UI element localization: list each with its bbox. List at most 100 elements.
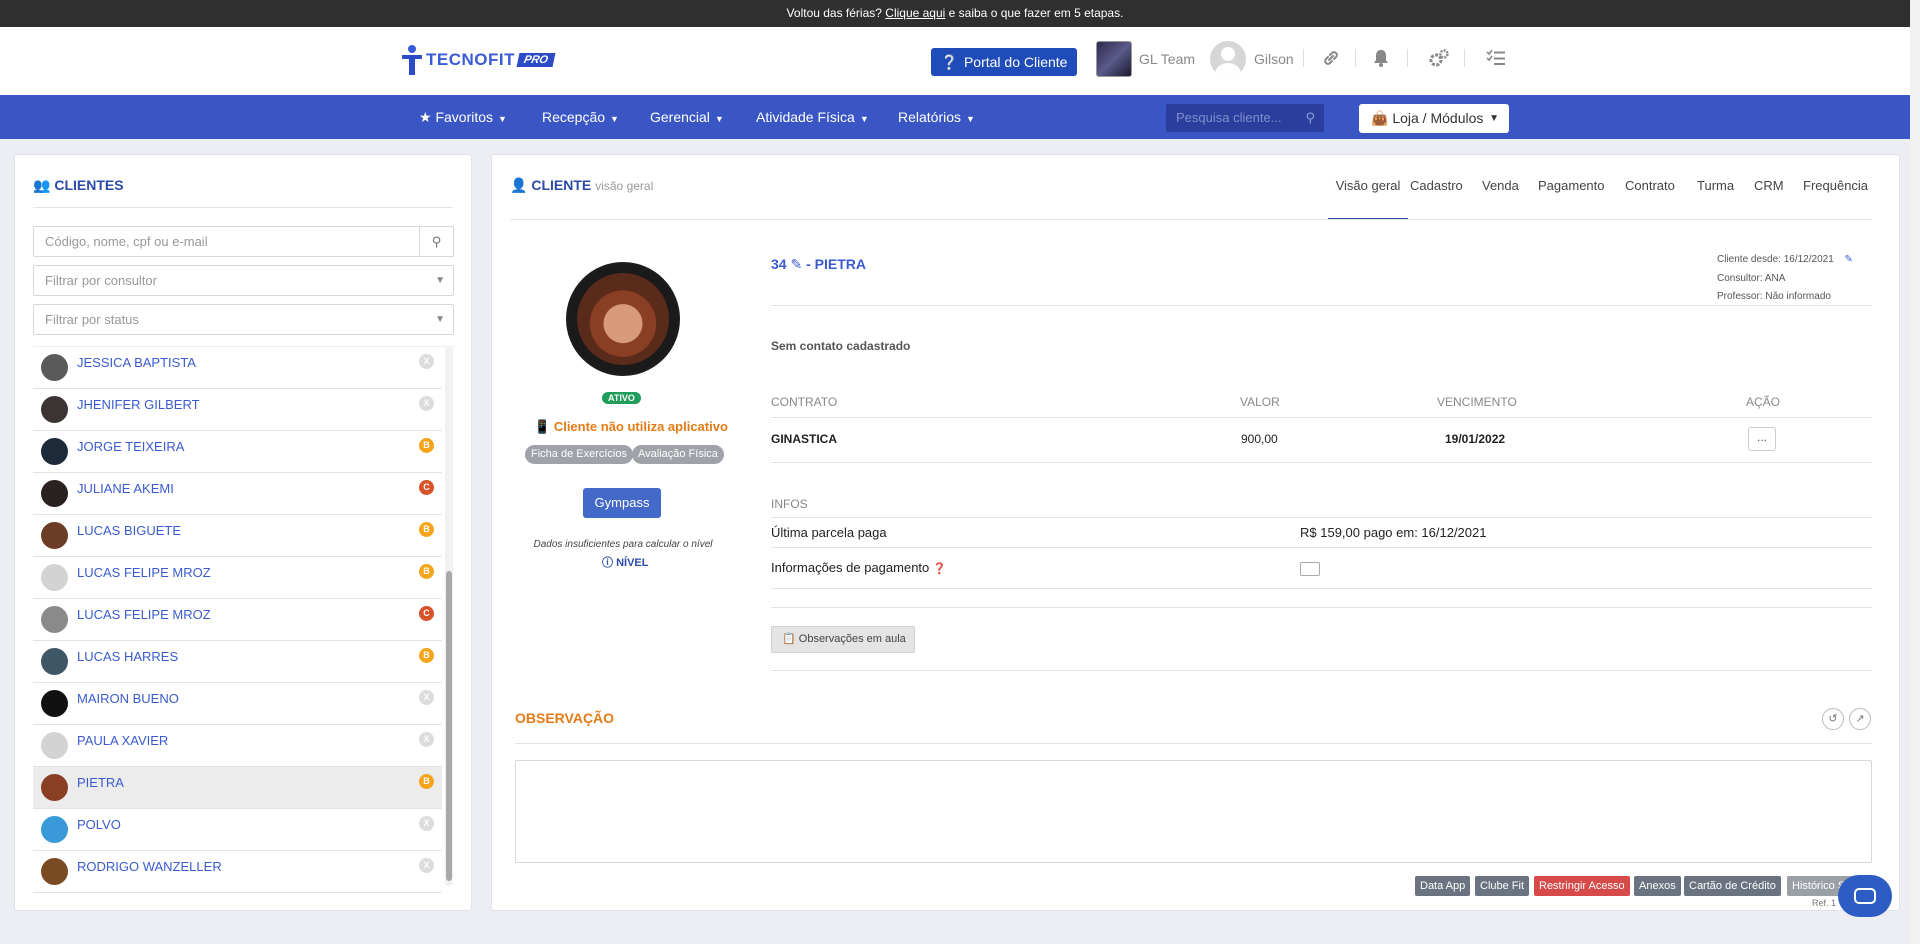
question-circle-icon: ❔ bbox=[940, 53, 958, 70]
client-row[interactable]: LUCAS BIGUETE B bbox=[33, 515, 442, 557]
client-consultant: Consultor: ANA bbox=[1717, 273, 1786, 284]
client-row[interactable]: PAULA XAVIER X bbox=[33, 725, 442, 767]
tab-venda[interactable]: Venda bbox=[1482, 178, 1519, 222]
tab-crm[interactable]: CRM bbox=[1754, 178, 1784, 222]
bell-icon[interactable] bbox=[1370, 47, 1392, 69]
mobile-icon: 📱 bbox=[534, 419, 551, 434]
nav-favoritos[interactable]: ★ Favoritos ▼ bbox=[419, 95, 507, 139]
client-row[interactable]: RODRIGO WANZELLER X bbox=[33, 851, 442, 893]
chevron-down-icon: ▼ bbox=[498, 114, 507, 124]
task-list-icon[interactable] bbox=[1485, 47, 1507, 69]
client-level-badge: B bbox=[419, 774, 434, 789]
client-level-badge: X bbox=[419, 732, 434, 747]
restrict-access-button[interactable]: Restringir Acesso bbox=[1534, 876, 1630, 896]
client-row[interactable]: JULIANE AKEMI C bbox=[33, 473, 442, 515]
star-icon: ★ bbox=[419, 109, 432, 125]
tab-frequencia[interactable]: Frequência bbox=[1803, 178, 1868, 222]
exercise-sheet-tag[interactable]: Ficha de Exercícios bbox=[525, 445, 633, 464]
client-avatar bbox=[41, 690, 68, 717]
store-modules-dropdown[interactable]: 👜 Loja / Módulos ▼ bbox=[1359, 104, 1509, 133]
link-icon[interactable] bbox=[1320, 47, 1342, 69]
page-scrollbar[interactable] bbox=[1910, 0, 1920, 944]
client-level-badge: B bbox=[419, 648, 434, 663]
divider bbox=[771, 462, 1872, 463]
clients-panel: 👥 CLIENTES Código, nome, cpf ou e-mail ⚲… bbox=[14, 154, 472, 911]
user-avatar[interactable] bbox=[1210, 41, 1246, 77]
client-row[interactable]: JORGE TEIXEIRA B bbox=[33, 431, 442, 473]
chat-widget-button[interactable] bbox=[1838, 875, 1892, 917]
chevron-down-icon: ▼ bbox=[435, 275, 445, 286]
client-row[interactable]: JHENIFER GILBERT X bbox=[33, 389, 442, 431]
history-icon[interactable]: ↺ bbox=[1822, 708, 1844, 730]
client-list-scroll-thumb[interactable] bbox=[446, 571, 452, 881]
contract-actions-button[interactable]: ... bbox=[1748, 427, 1776, 451]
level-link[interactable]: ⓘ NÍVEL bbox=[602, 554, 648, 570]
no-contact-text: Sem contato cadastrado bbox=[771, 339, 911, 353]
client-search-field[interactable]: Código, nome, cpf ou e-mail ⚲ bbox=[33, 226, 454, 257]
divider bbox=[771, 588, 1872, 589]
physical-assessment-tag[interactable]: Avaliação Física bbox=[632, 445, 724, 464]
gympass-button[interactable]: Gympass bbox=[583, 488, 661, 518]
client-avatar bbox=[41, 522, 68, 549]
client-teacher: Professor: Não informado bbox=[1717, 291, 1831, 302]
chevron-down-icon: ▼ bbox=[859, 114, 869, 124]
client-avatar bbox=[41, 438, 68, 465]
contract-due-date: 19/01/2022 bbox=[1445, 432, 1506, 446]
observation-textarea[interactable] bbox=[515, 760, 1872, 863]
divider bbox=[771, 305, 1872, 306]
tab-visao-geral[interactable]: Visão geral bbox=[1328, 178, 1408, 220]
status-filter-select[interactable]: Filtrar por status ▼ bbox=[33, 304, 454, 335]
infos-label: INFOS bbox=[771, 497, 808, 511]
user-name[interactable]: Gilson bbox=[1254, 51, 1294, 67]
contract-name[interactable]: GINASTICA bbox=[771, 432, 837, 446]
client-avatar bbox=[41, 606, 68, 633]
tab-turma[interactable]: Turma bbox=[1697, 178, 1734, 222]
nav-relatorios[interactable]: Relatórios ▼ bbox=[898, 95, 975, 139]
client-level-badge: X bbox=[419, 396, 434, 411]
client-avatar bbox=[41, 858, 68, 885]
gears-icon[interactable] bbox=[1428, 47, 1450, 69]
team-logo[interactable] bbox=[1096, 41, 1132, 77]
data-app-button[interactable]: Data App bbox=[1415, 876, 1471, 896]
client-photo[interactable] bbox=[566, 262, 680, 376]
search-button[interactable]: ⚲ bbox=[419, 227, 453, 256]
client-row-selected[interactable]: PIETRA B bbox=[33, 767, 442, 809]
client-row[interactable]: LUCAS FELIPE MROZ C bbox=[33, 599, 442, 641]
users-icon: 👥 bbox=[33, 177, 51, 193]
client-row[interactable]: JESSICA BAPTISTA X bbox=[33, 347, 442, 389]
nav-gerencial[interactable]: Gerencial ▼ bbox=[650, 95, 724, 139]
client-level-badge: B bbox=[419, 438, 434, 453]
team-name[interactable]: GL Team bbox=[1139, 51, 1195, 67]
clube-fit-button[interactable]: Clube Fit bbox=[1475, 876, 1530, 896]
search-icon: ⚲ bbox=[431, 234, 442, 249]
tab-contrato[interactable]: Contrato bbox=[1625, 178, 1675, 222]
client-row[interactable]: MAIRON BUENO X bbox=[33, 683, 442, 725]
client-row[interactable]: LUCAS HARRES B bbox=[33, 641, 442, 683]
client-level-badge: X bbox=[419, 690, 434, 705]
credit-card-button[interactable]: Cartão de Crédito bbox=[1684, 876, 1781, 896]
nav-atividade-fisica[interactable]: Atividade Física ▼ bbox=[756, 95, 869, 139]
tab-pagamento[interactable]: Pagamento bbox=[1538, 178, 1605, 222]
search-icon: ⚲ bbox=[1305, 110, 1315, 125]
tab-cadastro[interactable]: Cadastro bbox=[1410, 178, 1463, 222]
client-avatar bbox=[41, 480, 68, 507]
portal-do-cliente-button[interactable]: ❔ Portal do Cliente bbox=[931, 48, 1077, 76]
client-avatar bbox=[41, 564, 68, 591]
consultant-filter-select[interactable]: Filtrar por consultor ▼ bbox=[33, 265, 454, 296]
attachments-button[interactable]: Anexos bbox=[1634, 876, 1681, 896]
nav-recepcao[interactable]: Recepção ▼ bbox=[542, 95, 619, 139]
expand-icon[interactable]: ↗ bbox=[1849, 708, 1871, 730]
client-search-input[interactable]: Pesquisa cliente... ⚲ bbox=[1166, 104, 1324, 132]
header-divider bbox=[1303, 49, 1304, 67]
question-circle-icon[interactable]: ❓ bbox=[933, 563, 947, 575]
announcement-link[interactable]: Clique aqui bbox=[885, 6, 945, 20]
edit-pencil-icon[interactable]: ✎ bbox=[1845, 254, 1853, 265]
clients-panel-title: 👥 CLIENTES bbox=[33, 177, 124, 193]
client-row[interactable]: POLVO X bbox=[33, 809, 442, 851]
edit-pencil-icon[interactable]: ✎ bbox=[790, 256, 802, 272]
money-icon[interactable] bbox=[1300, 562, 1320, 576]
class-notes-button[interactable]: 📋 Observações em aula bbox=[771, 626, 915, 653]
client-row[interactable]: LUCAS FELIPE MROZ B bbox=[33, 557, 442, 599]
client-list: JESSICA BAPTISTA X JHENIFER GILBERT X JO… bbox=[33, 346, 457, 902]
tecnofit-logo[interactable]: TECNOFIT PRO bbox=[400, 43, 556, 77]
